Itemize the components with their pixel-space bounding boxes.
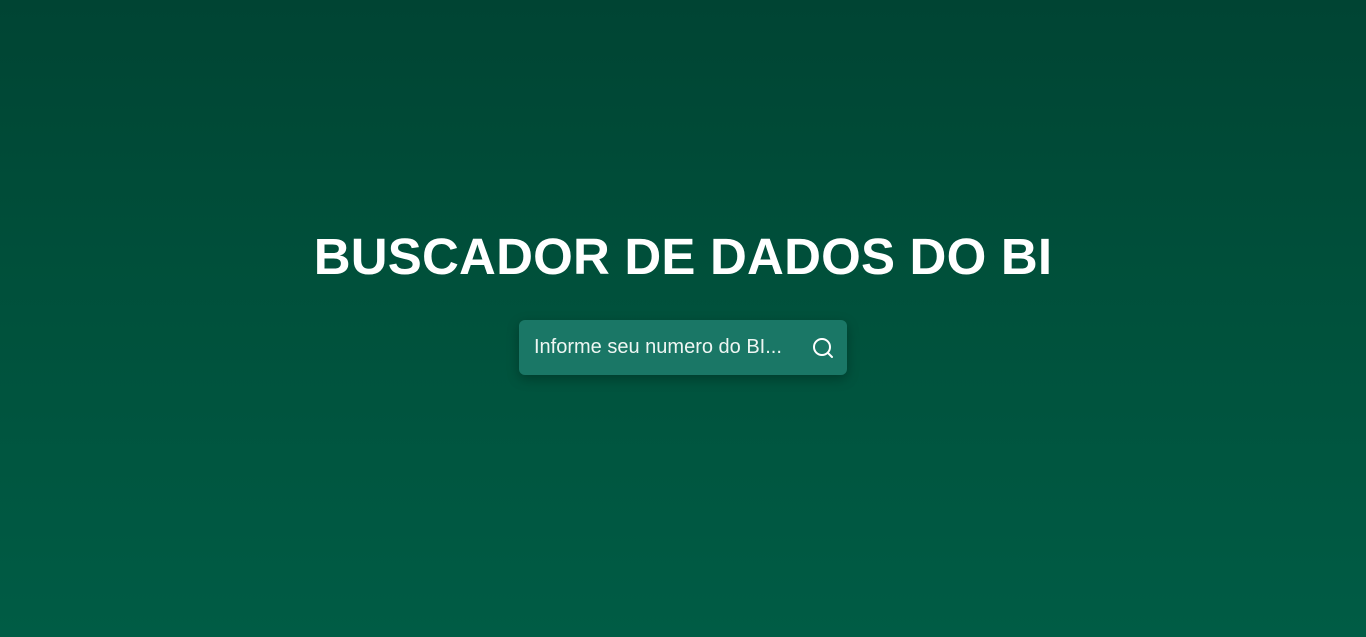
- main-container: BUSCADOR DE DADOS DO BI: [0, 0, 1366, 637]
- search-input[interactable]: [519, 320, 799, 375]
- search-icon: [813, 337, 833, 358]
- page-title: BUSCADOR DE DADOS DO BI: [313, 228, 1053, 285]
- search-form: [519, 320, 847, 375]
- search-button[interactable]: [799, 320, 847, 375]
